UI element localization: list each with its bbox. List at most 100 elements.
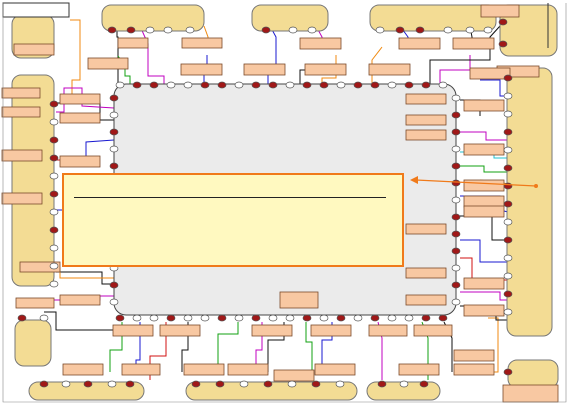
wire bbox=[460, 257, 508, 281]
wire bbox=[116, 26, 119, 84]
net-label bbox=[251, 324, 293, 337]
pin-open bbox=[451, 145, 461, 153]
net-label bbox=[463, 143, 505, 156]
pin-open bbox=[234, 81, 244, 89]
corner-frame bbox=[2, 2, 70, 18]
pin-connected bbox=[451, 281, 461, 289]
net-label bbox=[405, 129, 447, 141]
pin-connected bbox=[451, 230, 461, 238]
pin-connected bbox=[263, 380, 273, 388]
pin-connected bbox=[49, 100, 59, 108]
pin-open bbox=[268, 314, 278, 322]
net-label bbox=[87, 57, 129, 70]
pin-connected bbox=[261, 26, 271, 34]
net-label bbox=[314, 363, 356, 376]
pin-connected bbox=[451, 128, 461, 136]
net-label bbox=[413, 324, 453, 337]
pin-open bbox=[451, 196, 461, 204]
pin-connected bbox=[268, 81, 278, 89]
net-label bbox=[398, 37, 441, 50]
net-label bbox=[463, 195, 505, 208]
pin-connected bbox=[125, 380, 135, 388]
pin-connected bbox=[49, 190, 59, 198]
net-label bbox=[452, 37, 495, 50]
net-label bbox=[463, 277, 505, 290]
annotation-anchor bbox=[534, 184, 538, 188]
pin-open bbox=[335, 380, 345, 388]
pin-open bbox=[234, 314, 244, 322]
pin-open bbox=[49, 118, 59, 126]
pin-open bbox=[503, 218, 513, 226]
net-label bbox=[1, 149, 43, 162]
wiring-diagram bbox=[0, 0, 569, 405]
pin-connected bbox=[311, 380, 321, 388]
pin-open bbox=[200, 314, 210, 322]
net-label bbox=[299, 37, 342, 50]
net-label bbox=[243, 63, 286, 76]
net-label bbox=[279, 291, 319, 309]
pin-open bbox=[109, 298, 119, 306]
net-label bbox=[304, 63, 347, 76]
net-label bbox=[463, 99, 505, 112]
pin-open bbox=[49, 262, 59, 270]
pin-open bbox=[183, 81, 193, 89]
net-label bbox=[227, 363, 269, 376]
net-label bbox=[62, 363, 104, 376]
pin-open bbox=[307, 26, 317, 34]
pin-open bbox=[49, 208, 59, 216]
pin-connected bbox=[438, 314, 448, 322]
pin-connected bbox=[451, 247, 461, 255]
pin-connected bbox=[336, 314, 346, 322]
pin-connected bbox=[149, 81, 159, 89]
pin-connected bbox=[109, 281, 119, 289]
pin-open bbox=[239, 380, 249, 388]
pin-connected bbox=[302, 314, 312, 322]
pin-open bbox=[285, 314, 295, 322]
net-label bbox=[273, 369, 315, 382]
pin-connected bbox=[503, 128, 513, 136]
wire bbox=[480, 79, 508, 97]
pin-connected bbox=[217, 81, 227, 89]
annotation-underline bbox=[74, 197, 386, 198]
pin-connected bbox=[503, 368, 513, 376]
net-label bbox=[405, 93, 447, 105]
net-label bbox=[405, 114, 447, 126]
pin-connected bbox=[217, 314, 227, 322]
pin-connected bbox=[302, 81, 312, 89]
pin-open bbox=[185, 26, 195, 34]
pin-connected bbox=[109, 128, 119, 136]
pin-open bbox=[503, 254, 513, 262]
net-label bbox=[112, 324, 154, 337]
wire bbox=[44, 311, 114, 331]
pin-connected bbox=[200, 81, 210, 89]
wire bbox=[267, 25, 277, 86]
pin-connected bbox=[451, 162, 461, 170]
pin-open bbox=[163, 26, 173, 34]
pin-connected bbox=[107, 26, 117, 34]
pin-connected bbox=[503, 164, 513, 172]
pin-connected bbox=[421, 81, 431, 89]
pin-open bbox=[503, 146, 513, 154]
pin-open bbox=[61, 380, 71, 388]
pin-connected bbox=[503, 74, 513, 82]
pin-connected bbox=[353, 81, 363, 89]
net-label bbox=[463, 304, 505, 317]
pin-open bbox=[288, 26, 298, 34]
net-label bbox=[183, 363, 225, 376]
pin-connected bbox=[49, 226, 59, 234]
pin-connected bbox=[377, 380, 387, 388]
pin-connected bbox=[415, 26, 425, 34]
pin-open bbox=[503, 272, 513, 280]
net-label bbox=[463, 205, 505, 218]
net-label bbox=[59, 294, 101, 306]
net-label bbox=[15, 297, 55, 309]
net-label bbox=[117, 37, 149, 49]
pin-connected bbox=[498, 40, 508, 48]
pin-connected bbox=[404, 81, 414, 89]
pin-connected bbox=[251, 81, 261, 89]
pin-connected bbox=[498, 18, 508, 26]
pin-open bbox=[451, 264, 461, 272]
net-label bbox=[1, 87, 41, 99]
wire bbox=[139, 25, 165, 86]
pin-open bbox=[443, 26, 453, 34]
